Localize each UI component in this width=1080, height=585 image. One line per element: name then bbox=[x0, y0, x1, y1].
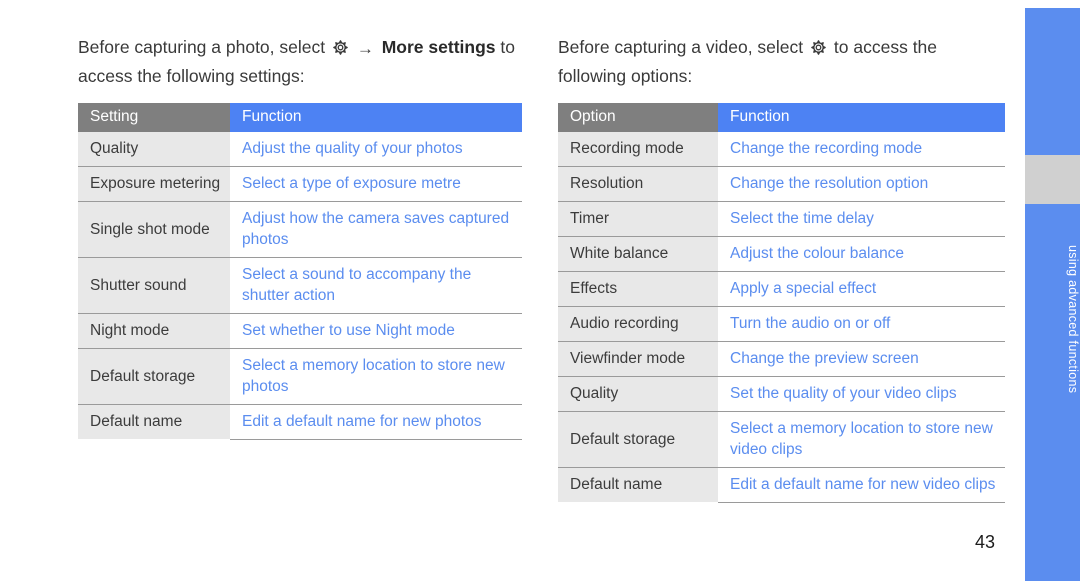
option-name: Recording mode bbox=[558, 132, 718, 167]
table-row: Resolution Change the resolution option bbox=[558, 166, 1005, 202]
table-row: Effects Apply a special effect bbox=[558, 271, 1005, 307]
left-intro-text-part1: Before capturing a photo, select bbox=[78, 37, 326, 57]
side-tab-label: using advanced functions bbox=[1066, 244, 1080, 394]
option-name: Effects bbox=[558, 271, 718, 307]
table-row: Single shot mode Adjust how the camera s… bbox=[78, 201, 522, 258]
table-header-row: Setting Function bbox=[78, 103, 522, 132]
option-name: Timer bbox=[558, 201, 718, 237]
gear-icon bbox=[332, 37, 349, 63]
table-row: Default name Edit a default name for new… bbox=[78, 404, 522, 440]
setting-function: Edit a default name for new photos bbox=[230, 404, 522, 440]
table-row: Exposure metering Select a type of expos… bbox=[78, 166, 522, 202]
option-function: Change the recording mode bbox=[718, 132, 1005, 167]
gear-icon bbox=[810, 37, 827, 63]
option-function: Select a memory location to store new vi… bbox=[718, 411, 1005, 468]
option-name: Audio recording bbox=[558, 306, 718, 342]
option-function: Apply a special effect bbox=[718, 271, 1005, 307]
column-header-function: Function bbox=[718, 103, 1005, 132]
right-column: Before capturing a video, select to acce… bbox=[558, 34, 1005, 503]
table-row: Default storage Select a memory location… bbox=[78, 348, 522, 405]
option-function: Adjust the colour balance bbox=[718, 236, 1005, 272]
setting-function: Adjust how the camera saves captured pho… bbox=[230, 201, 522, 258]
column-header-option: Option bbox=[558, 103, 718, 132]
table-row: Quality Adjust the quality of your photo… bbox=[78, 132, 522, 167]
setting-function: Select a memory location to store new ph… bbox=[230, 348, 522, 405]
option-function: Set the quality of your video clips bbox=[718, 376, 1005, 412]
table-row: Quality Set the quality of your video cl… bbox=[558, 376, 1005, 412]
setting-function: Adjust the quality of your photos bbox=[230, 132, 522, 167]
setting-function: Select a sound to accompany the shutter … bbox=[230, 257, 522, 314]
option-function: Edit a default name for new video clips bbox=[718, 467, 1005, 503]
option-function: Change the resolution option bbox=[718, 166, 1005, 202]
right-intro-text-part1: Before capturing a video, select bbox=[558, 37, 804, 57]
table-row: Recording mode Change the recording mode bbox=[558, 132, 1005, 167]
table-row: Shutter sound Select a sound to accompan… bbox=[78, 257, 522, 314]
setting-function: Select a type of exposure metre bbox=[230, 166, 522, 202]
option-function: Turn the audio on or off bbox=[718, 306, 1005, 342]
option-name: Default storage bbox=[558, 411, 718, 468]
option-name: Resolution bbox=[558, 166, 718, 202]
table-row: Audio recording Turn the audio on or off bbox=[558, 306, 1005, 342]
option-name: Viewfinder mode bbox=[558, 341, 718, 377]
setting-name: Exposure metering bbox=[78, 166, 230, 202]
option-name: Default name bbox=[558, 467, 718, 503]
setting-name: Single shot mode bbox=[78, 201, 230, 258]
table-row: Default storage Select a memory location… bbox=[558, 411, 1005, 468]
column-header-setting: Setting bbox=[78, 103, 230, 132]
option-name: White balance bbox=[558, 236, 718, 272]
setting-function: Set whether to use Night mode bbox=[230, 313, 522, 349]
setting-name: Quality bbox=[78, 132, 230, 167]
table-row: White balance Adjust the colour balance bbox=[558, 236, 1005, 272]
table-row: Default name Edit a default name for new… bbox=[558, 467, 1005, 503]
table-row: Night mode Set whether to use Night mode bbox=[78, 313, 522, 349]
left-intro-bold-term: More settings bbox=[381, 37, 496, 57]
side-tab: using advanced functions bbox=[1025, 8, 1080, 581]
option-function: Change the preview screen bbox=[718, 341, 1005, 377]
setting-name: Default storage bbox=[78, 348, 230, 405]
setting-name: Shutter sound bbox=[78, 257, 230, 314]
option-name: Quality bbox=[558, 376, 718, 412]
side-tab-gap bbox=[1025, 155, 1080, 204]
page-number: 43 bbox=[974, 532, 996, 552]
right-intro-paragraph: Before capturing a video, select to acce… bbox=[558, 34, 1005, 89]
option-function: Select the time delay bbox=[718, 201, 1005, 237]
photo-settings-table: Setting Function Quality Adjust the qual… bbox=[78, 103, 522, 440]
table-header-row: Option Function bbox=[558, 103, 1005, 132]
left-column: Before capturing a photo, select → More … bbox=[78, 34, 522, 440]
setting-name: Night mode bbox=[78, 313, 230, 349]
table-row: Viewfinder mode Change the preview scree… bbox=[558, 341, 1005, 377]
left-intro-paragraph: Before capturing a photo, select → More … bbox=[78, 34, 522, 89]
video-options-table: Option Function Recording mode Change th… bbox=[558, 103, 1005, 503]
setting-name: Default name bbox=[78, 404, 230, 440]
arrow-right-icon: → bbox=[356, 39, 374, 58]
table-row: Timer Select the time delay bbox=[558, 201, 1005, 237]
column-header-function: Function bbox=[230, 103, 522, 132]
